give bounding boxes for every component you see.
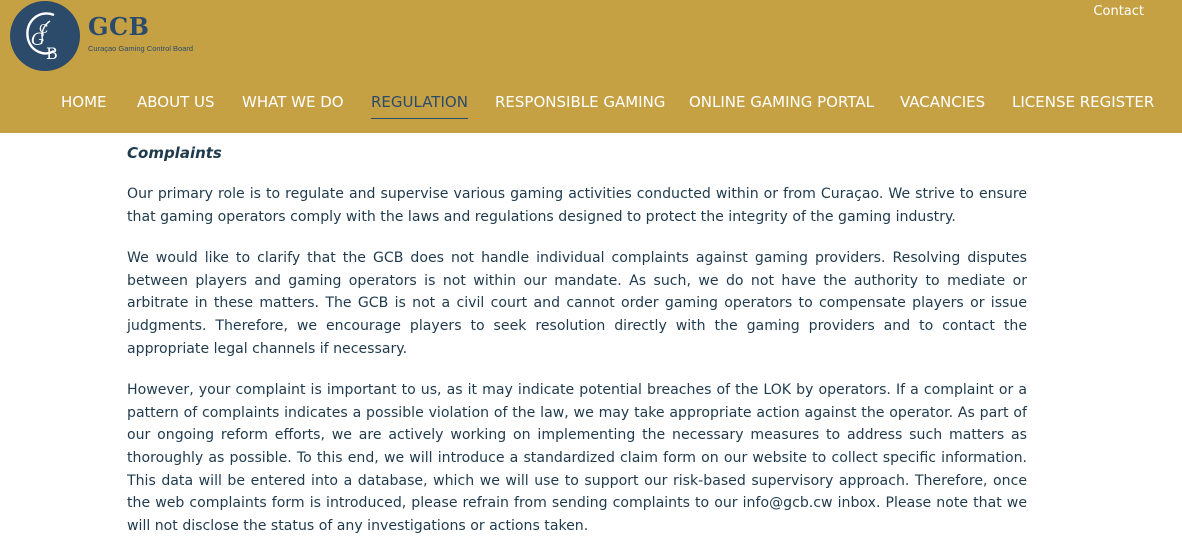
- nav-item-responsible-gaming[interactable]: RESPONSIBLE GAMING: [495, 92, 665, 112]
- brand[interactable]: GCB Curaçao Gaming Control Board: [88, 12, 194, 54]
- site-header: G B C GCB Curaçao Gaming Control Board C…: [0, 0, 1182, 133]
- paragraph-primary-role: Our primary role is to regulate and supe…: [127, 186, 1027, 225]
- main-nav: HOME ABOUT US WHAT WE DO REGULATION RESP…: [0, 92, 1182, 122]
- gcb-logo-emblem-icon: G B C: [11, 2, 79, 70]
- nav-item-about-us[interactable]: ABOUT US: [137, 92, 215, 112]
- svg-text:B: B: [46, 44, 58, 63]
- nav-item-regulation[interactable]: REGULATION: [371, 92, 468, 119]
- contact-link[interactable]: Contact: [1093, 4, 1144, 19]
- paragraph-complaints-clarification: We would like to clarify that the GCB do…: [127, 250, 1027, 357]
- nav-item-license-register[interactable]: LICENSE REGISTER: [1012, 92, 1154, 112]
- nav-item-home[interactable]: HOME: [61, 92, 107, 112]
- gcb-logo[interactable]: G B C: [10, 1, 80, 71]
- page-title: Complaints: [127, 144, 222, 162]
- brand-subtitle: Curaçao Gaming Control Board: [88, 44, 194, 53]
- svg-text:C: C: [39, 22, 48, 36]
- nav-item-vacancies[interactable]: VACANCIES: [900, 92, 985, 112]
- main-content: Complaints Our primary role is to regula…: [127, 142, 1027, 537]
- paragraph-complaint-importance: However, your complaint is important to …: [127, 382, 1027, 534]
- nav-item-online-gaming-portal[interactable]: ONLINE GAMING PORTAL: [689, 92, 874, 112]
- brand-name: GCB: [88, 12, 150, 41]
- nav-item-what-we-do[interactable]: WHAT WE DO: [242, 92, 344, 112]
